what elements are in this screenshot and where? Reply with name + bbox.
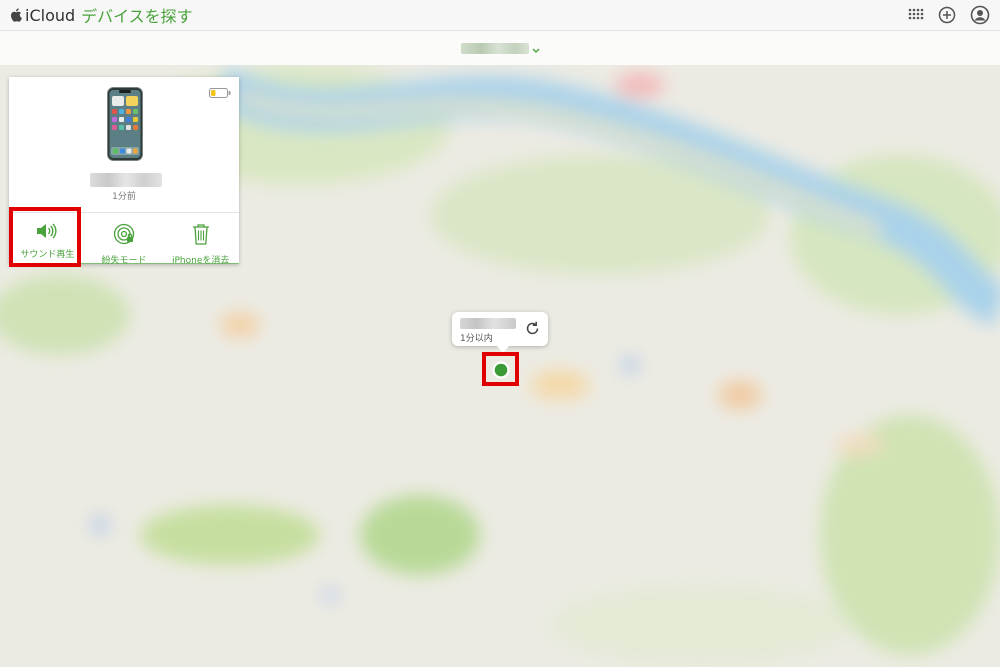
device-name-blurred <box>90 173 162 187</box>
apple-logo-icon <box>11 8 22 22</box>
lost-mode-button[interactable]: 紛失モード <box>86 213 163 266</box>
lost-mode-icon <box>113 223 135 249</box>
add-icon[interactable] <box>938 6 956 28</box>
location-popup[interactable]: 1分以内 <box>452 312 548 353</box>
brand-icloud: iCloud <box>25 5 76 25</box>
app-title: デバイスを探す <box>81 7 193 26</box>
last-seen-time: 1分前 <box>112 192 136 202</box>
highlight-box-location <box>482 352 519 386</box>
panel-divider <box>81 263 239 264</box>
app-grid-icon[interactable] <box>908 7 924 27</box>
trash-icon <box>192 223 210 249</box>
refresh-icon[interactable] <box>525 321 540 340</box>
battery-icon <box>209 83 231 102</box>
lost-mode-label: 紛失モード <box>101 256 147 266</box>
device-name-blurred[interactable] <box>460 42 529 54</box>
brand[interactable]: iCloud デバイスを探す <box>10 3 193 27</box>
account-icon[interactable] <box>970 5 990 29</box>
device-selector-bar <box>0 31 1000 65</box>
device-name-blurred <box>460 318 516 329</box>
highlight-box-sound <box>9 207 81 267</box>
chevron-down-icon[interactable] <box>532 39 540 58</box>
erase-iphone-label: iPhoneを消去 <box>171 256 230 266</box>
location-time: 1分以内 <box>460 334 493 344</box>
iphone-image <box>107 87 143 165</box>
erase-iphone-button[interactable]: iPhoneを消去 <box>162 213 239 266</box>
top-bar: iCloud デバイスを探す <box>0 0 1000 31</box>
